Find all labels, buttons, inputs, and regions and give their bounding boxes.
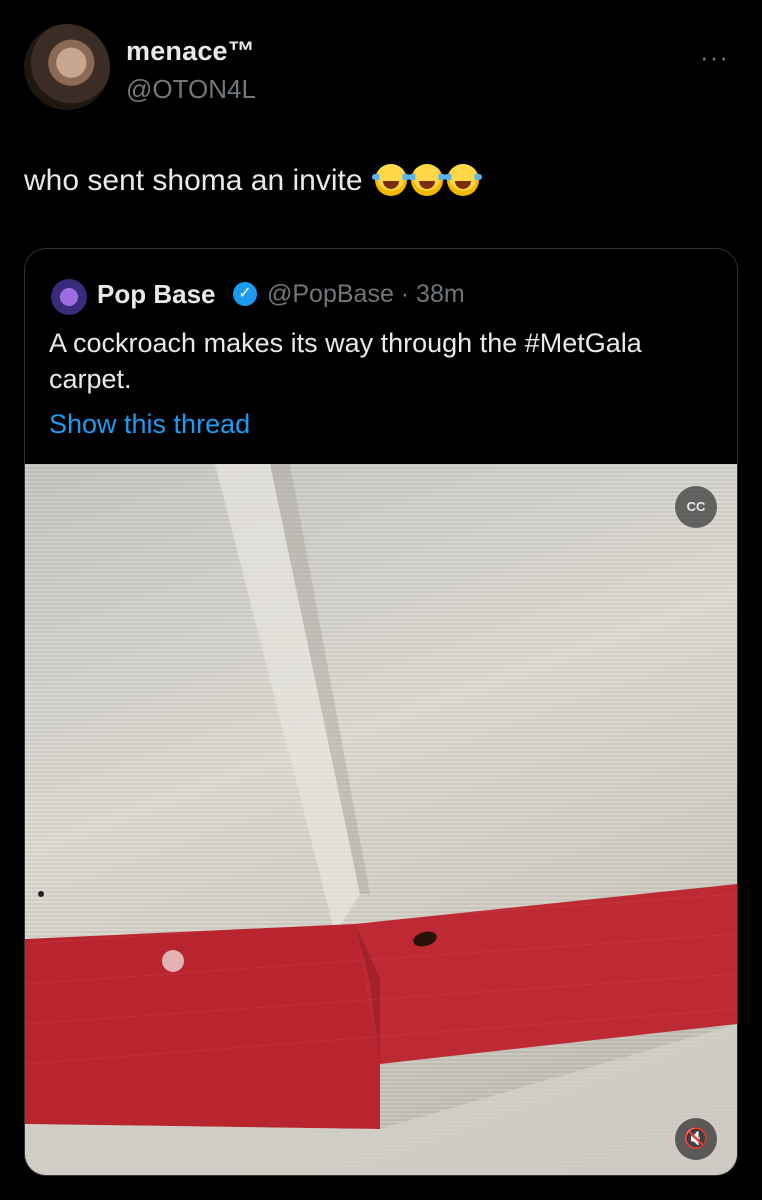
speaker-muted-icon[interactable]: 🔇 [675,1118,717,1160]
tears-of-joy-emoji-icon [443,164,482,196]
tears-of-joy-emoji-icon [371,164,410,196]
more-options-icon[interactable]: ··· [700,42,729,73]
carpet-video-frame [25,464,737,1175]
tears-of-joy-emoji-icon [407,164,446,196]
show-thread-link[interactable]: Show this thread [49,409,250,440]
quoted-author-avatar[interactable] [51,279,87,315]
quoted-author-handle-time[interactable]: @PopBase · 38m [267,280,465,309]
tweet-text: who sent shoma an invite [24,164,482,198]
author-handle[interactable]: @OTON4L [126,74,256,105]
verified-badge-icon: ✓ [233,282,257,306]
author-display-name[interactable]: menace™ [126,36,255,67]
closed-captions-off-icon[interactable]: CC [675,486,717,528]
video-player[interactable]: CC 🔇 [25,464,737,1175]
quoted-tweet-text: A cockroach makes its way through the #M… [49,328,642,394]
tweet-body: who sent shoma an invite [24,164,363,197]
quoted-author-name[interactable]: Pop Base [97,279,216,310]
quoted-tweet-card[interactable]: Pop Base ✓ @PopBase · 38m A cockroach ma… [24,248,738,1176]
author-avatar[interactable] [24,24,110,110]
